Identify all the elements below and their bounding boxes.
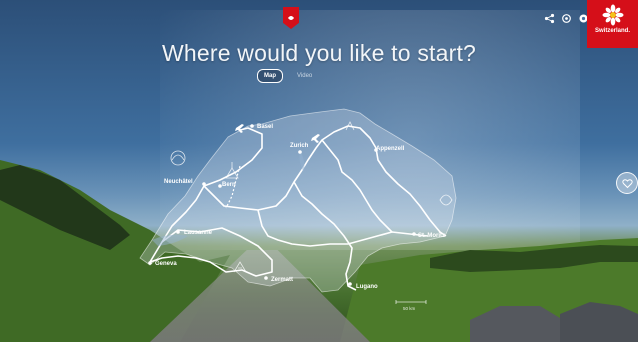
page-title: Where would you like to start? bbox=[161, 40, 477, 66]
tab-video[interactable]: Video bbox=[291, 70, 318, 82]
edelweiss-icon bbox=[602, 4, 623, 26]
city-label: Geneva bbox=[155, 261, 177, 267]
city-label: Bern bbox=[222, 182, 236, 188]
city-label: Zermatt bbox=[271, 277, 293, 283]
top-utility-icons bbox=[544, 13, 589, 24]
view-toggle: Map Video bbox=[257, 69, 337, 83]
brand-name: Switzerland. bbox=[594, 28, 630, 34]
cross-icon bbox=[288, 16, 294, 20]
share-icon[interactable] bbox=[544, 13, 555, 24]
heart-icon bbox=[621, 178, 633, 188]
city-label: St. Moritz bbox=[418, 233, 445, 239]
city-label: Neuchâtel bbox=[164, 179, 193, 185]
city-label: Appenzell bbox=[376, 146, 405, 152]
city-label: Zurich bbox=[290, 143, 309, 149]
city-marker-appenzell[interactable]: Appenzell bbox=[374, 146, 405, 152]
city-label: Basel bbox=[257, 124, 273, 130]
favorite-button[interactable] bbox=[616, 172, 638, 194]
city-label: Lausanne bbox=[184, 230, 213, 236]
city-marker-st-moritz[interactable]: St. Moritz bbox=[412, 232, 445, 239]
settings-icon[interactable] bbox=[561, 13, 572, 24]
tab-map[interactable]: Map bbox=[257, 69, 283, 83]
city-label: Lugano bbox=[356, 284, 378, 290]
